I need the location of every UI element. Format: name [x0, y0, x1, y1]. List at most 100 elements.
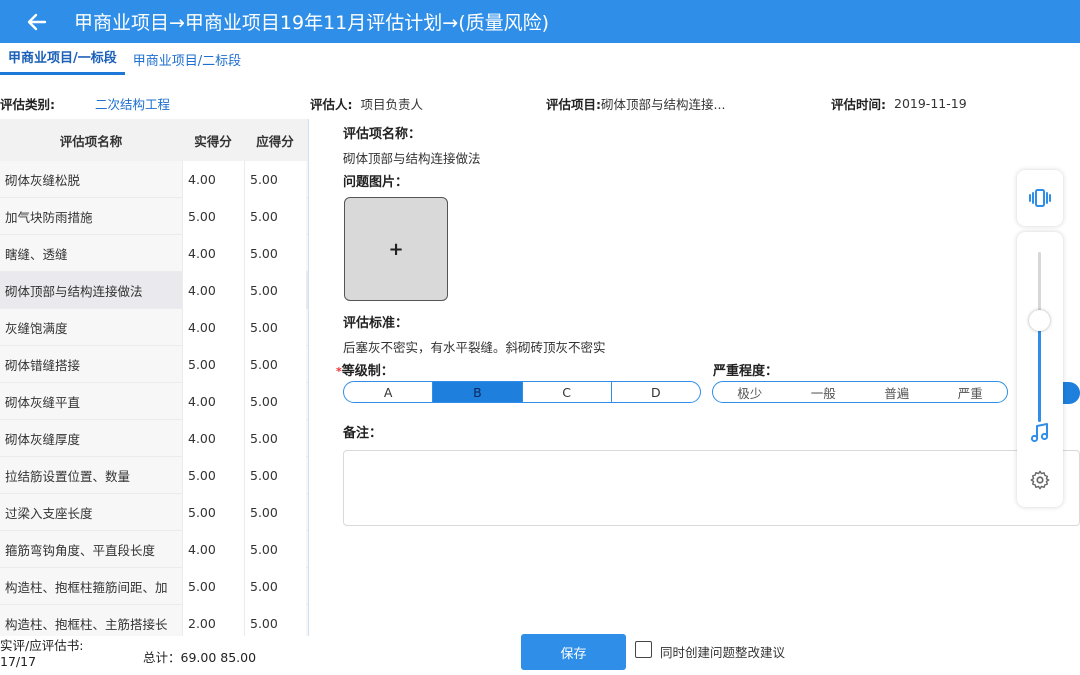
- settings-button[interactable]: [1028, 468, 1052, 492]
- ratio-value: 17/17: [0, 654, 37, 669]
- row-expected-score: 5.00: [244, 271, 306, 309]
- grade-option-c[interactable]: C: [523, 382, 612, 402]
- row-actual-score[interactable]: 4.00: [182, 419, 244, 457]
- category-info: 评估类别: 二次结构工程: [0, 92, 170, 114]
- severity-option-severe[interactable]: 严重: [934, 382, 1008, 402]
- row-item-name: 砌体灰缝平直: [5, 394, 81, 410]
- row-expected-score: 5.00: [244, 345, 306, 383]
- row-expected-score: 5.00: [244, 567, 306, 605]
- table-row[interactable]: 砌体灰缝松脱 4.00 5.00: [0, 160, 308, 198]
- row-item-name: 构造柱、抱框柱、主筋搭接长: [5, 616, 168, 632]
- item-label: 评估项目:: [546, 96, 601, 112]
- time-label: 评估时间:: [831, 96, 886, 112]
- assessor-label: 评估人:: [310, 96, 353, 112]
- table-header: 评估项名称 实得分 应得分: [0, 119, 308, 161]
- remark-label: 备注：: [343, 426, 383, 441]
- create-suggestion-label: 同时创建问题整改建议: [660, 645, 786, 660]
- severity-option-normal[interactable]: 一般: [787, 382, 861, 402]
- grade-option-d[interactable]: D: [612, 382, 700, 402]
- standard-label: 评估标准：: [343, 316, 409, 331]
- severity-option-few[interactable]: 极少: [713, 382, 787, 402]
- severity-selector: 极少 一般 普遍 严重: [712, 381, 1008, 403]
- remark-input[interactable]: [343, 450, 1080, 526]
- table-row[interactable]: 砌体灰缝厚度 4.00 5.00: [0, 419, 308, 457]
- grade-selector: A B C D: [343, 381, 701, 403]
- row-expected-score: 5.00: [244, 234, 306, 272]
- grade-label: 等级制：: [341, 364, 394, 379]
- row-expected-score: 5.00: [244, 493, 306, 531]
- severity-option-common[interactable]: 普遍: [860, 382, 934, 402]
- category-label: 评估类别:: [0, 96, 55, 112]
- back-button[interactable]: [0, 0, 74, 43]
- row-actual-score[interactable]: 4.00: [182, 271, 244, 309]
- row-item-name: 砌体灰缝厚度: [5, 431, 81, 447]
- detail-panel: 评估项名称： 砌体顶部与结构连接做法 问题图片： + 评估标准： 后塞灰不密实，…: [310, 119, 1080, 675]
- table-row[interactable]: 箍筋弯钩角度、平直段长度 4.00 5.00: [0, 530, 308, 568]
- volume-fill: [1038, 320, 1041, 422]
- row-item-name: 过梁入支座长度: [5, 505, 93, 521]
- category-value[interactable]: 二次结构工程: [95, 94, 170, 113]
- time-value: 2019-11-19: [894, 95, 967, 111]
- arrow-left-icon: [27, 13, 47, 30]
- page-title: 甲商业项目→甲商业项目19年11月评估计划→(质量风险): [74, 12, 550, 34]
- row-actual-score[interactable]: 5.00: [182, 456, 244, 494]
- assessor-info: 评估人: 项目负责人: [310, 92, 423, 114]
- table-row[interactable]: 瞎缝、透缝 4.00 5.00: [0, 234, 308, 272]
- table-row[interactable]: 加气块防雨措施 5.00 5.00: [0, 197, 308, 235]
- create-suggestion-checkbox[interactable]: [635, 641, 652, 658]
- tab-section-2[interactable]: 甲商业项目/二标段: [125, 50, 249, 75]
- row-expected-score: 5.00: [244, 197, 306, 235]
- row-actual-score[interactable]: 4.00: [182, 160, 244, 198]
- table-summary: 实评/应评估书: 17/17 总计：69.00 85.00: [0, 636, 309, 675]
- table-row[interactable]: 砌体错缝搭接 5.00 5.00: [0, 345, 308, 383]
- row-item-name: 砌体灰缝松脱: [5, 172, 81, 188]
- gear-icon: [1030, 470, 1050, 490]
- row-actual-score[interactable]: 5.00: [182, 197, 244, 235]
- table-row[interactable]: 砌体灰缝平直 4.00 5.00: [0, 382, 308, 420]
- music-button[interactable]: [1028, 421, 1052, 445]
- row-expected-score: 5.00: [244, 308, 306, 346]
- app-header: 甲商业项目→甲商业项目19年11月评估计划→(质量风险): [0, 0, 1080, 43]
- row-actual-score[interactable]: 5.00: [182, 493, 244, 531]
- assessor-value: 项目负责人: [360, 96, 424, 112]
- table-row[interactable]: 过梁入支座长度 5.00 5.00: [0, 493, 308, 531]
- table-row[interactable]: 灰缝饱满度 4.00 5.00: [0, 308, 308, 346]
- table-row[interactable]: 构造柱、抱框柱箍筋间距、加 5.00 5.00: [0, 567, 308, 605]
- grade-option-a[interactable]: A: [344, 382, 434, 402]
- item-value: 砌体顶部与结构连接...: [601, 96, 726, 112]
- grade-label-wrap: *等级制：: [336, 360, 394, 379]
- standard-value: 后塞灰不密实，有水平裂缝。斜砌砖顶灰不密实: [343, 340, 606, 355]
- table-row[interactable]: 砌体顶部与结构连接做法 4.00 5.00: [0, 271, 308, 309]
- save-button[interactable]: 保存: [521, 634, 626, 670]
- row-actual-score[interactable]: 4.00: [182, 382, 244, 420]
- volume-panel: [1017, 232, 1063, 507]
- row-item-name: 灰缝饱满度: [5, 320, 68, 336]
- row-actual-score[interactable]: 4.00: [182, 308, 244, 346]
- total-score: 总计：69.00 85.00: [143, 650, 257, 665]
- header-expected: 应得分: [256, 133, 294, 149]
- volume-slider-knob[interactable]: [1029, 310, 1050, 331]
- vibrate-button[interactable]: [1017, 170, 1063, 226]
- row-expected-score: 5.00: [244, 530, 306, 568]
- row-actual-score[interactable]: 4.00: [182, 530, 244, 568]
- row-item-name: 砌体错缝搭接: [5, 357, 81, 373]
- photo-label: 问题图片：: [343, 175, 409, 190]
- add-photo-button[interactable]: +: [344, 197, 448, 301]
- row-actual-score[interactable]: 5.00: [182, 345, 244, 383]
- row-item-name: 砌体顶部与结构连接做法: [5, 283, 143, 299]
- row-item-name: 瞎缝、透缝: [5, 246, 68, 262]
- row-actual-score[interactable]: 4.00: [182, 234, 244, 272]
- header-name: 评估项名称: [59, 133, 123, 149]
- header-actual: 实得分: [194, 133, 232, 149]
- row-expected-score: 5.00: [244, 419, 306, 457]
- tab-section-1[interactable]: 甲商业项目/一标段: [0, 47, 125, 75]
- row-expected-score: 5.00: [244, 456, 306, 494]
- row-item-name: 箍筋弯钩角度、平直段长度: [5, 542, 156, 558]
- row-actual-score[interactable]: 5.00: [182, 567, 244, 605]
- table-row[interactable]: 拉结筋设置位置、数量 5.00 5.00: [0, 456, 308, 494]
- grade-option-b[interactable]: B: [433, 382, 523, 402]
- section-tabs: 甲商业项目/一标段 甲商业项目/二标段: [0, 43, 1080, 75]
- time-info: 评估时间: 2019-11-19: [831, 92, 967, 114]
- row-item-name: 构造柱、抱框柱箍筋间距、加: [5, 579, 168, 595]
- ratio-label: 实评/应评估书:: [0, 638, 84, 653]
